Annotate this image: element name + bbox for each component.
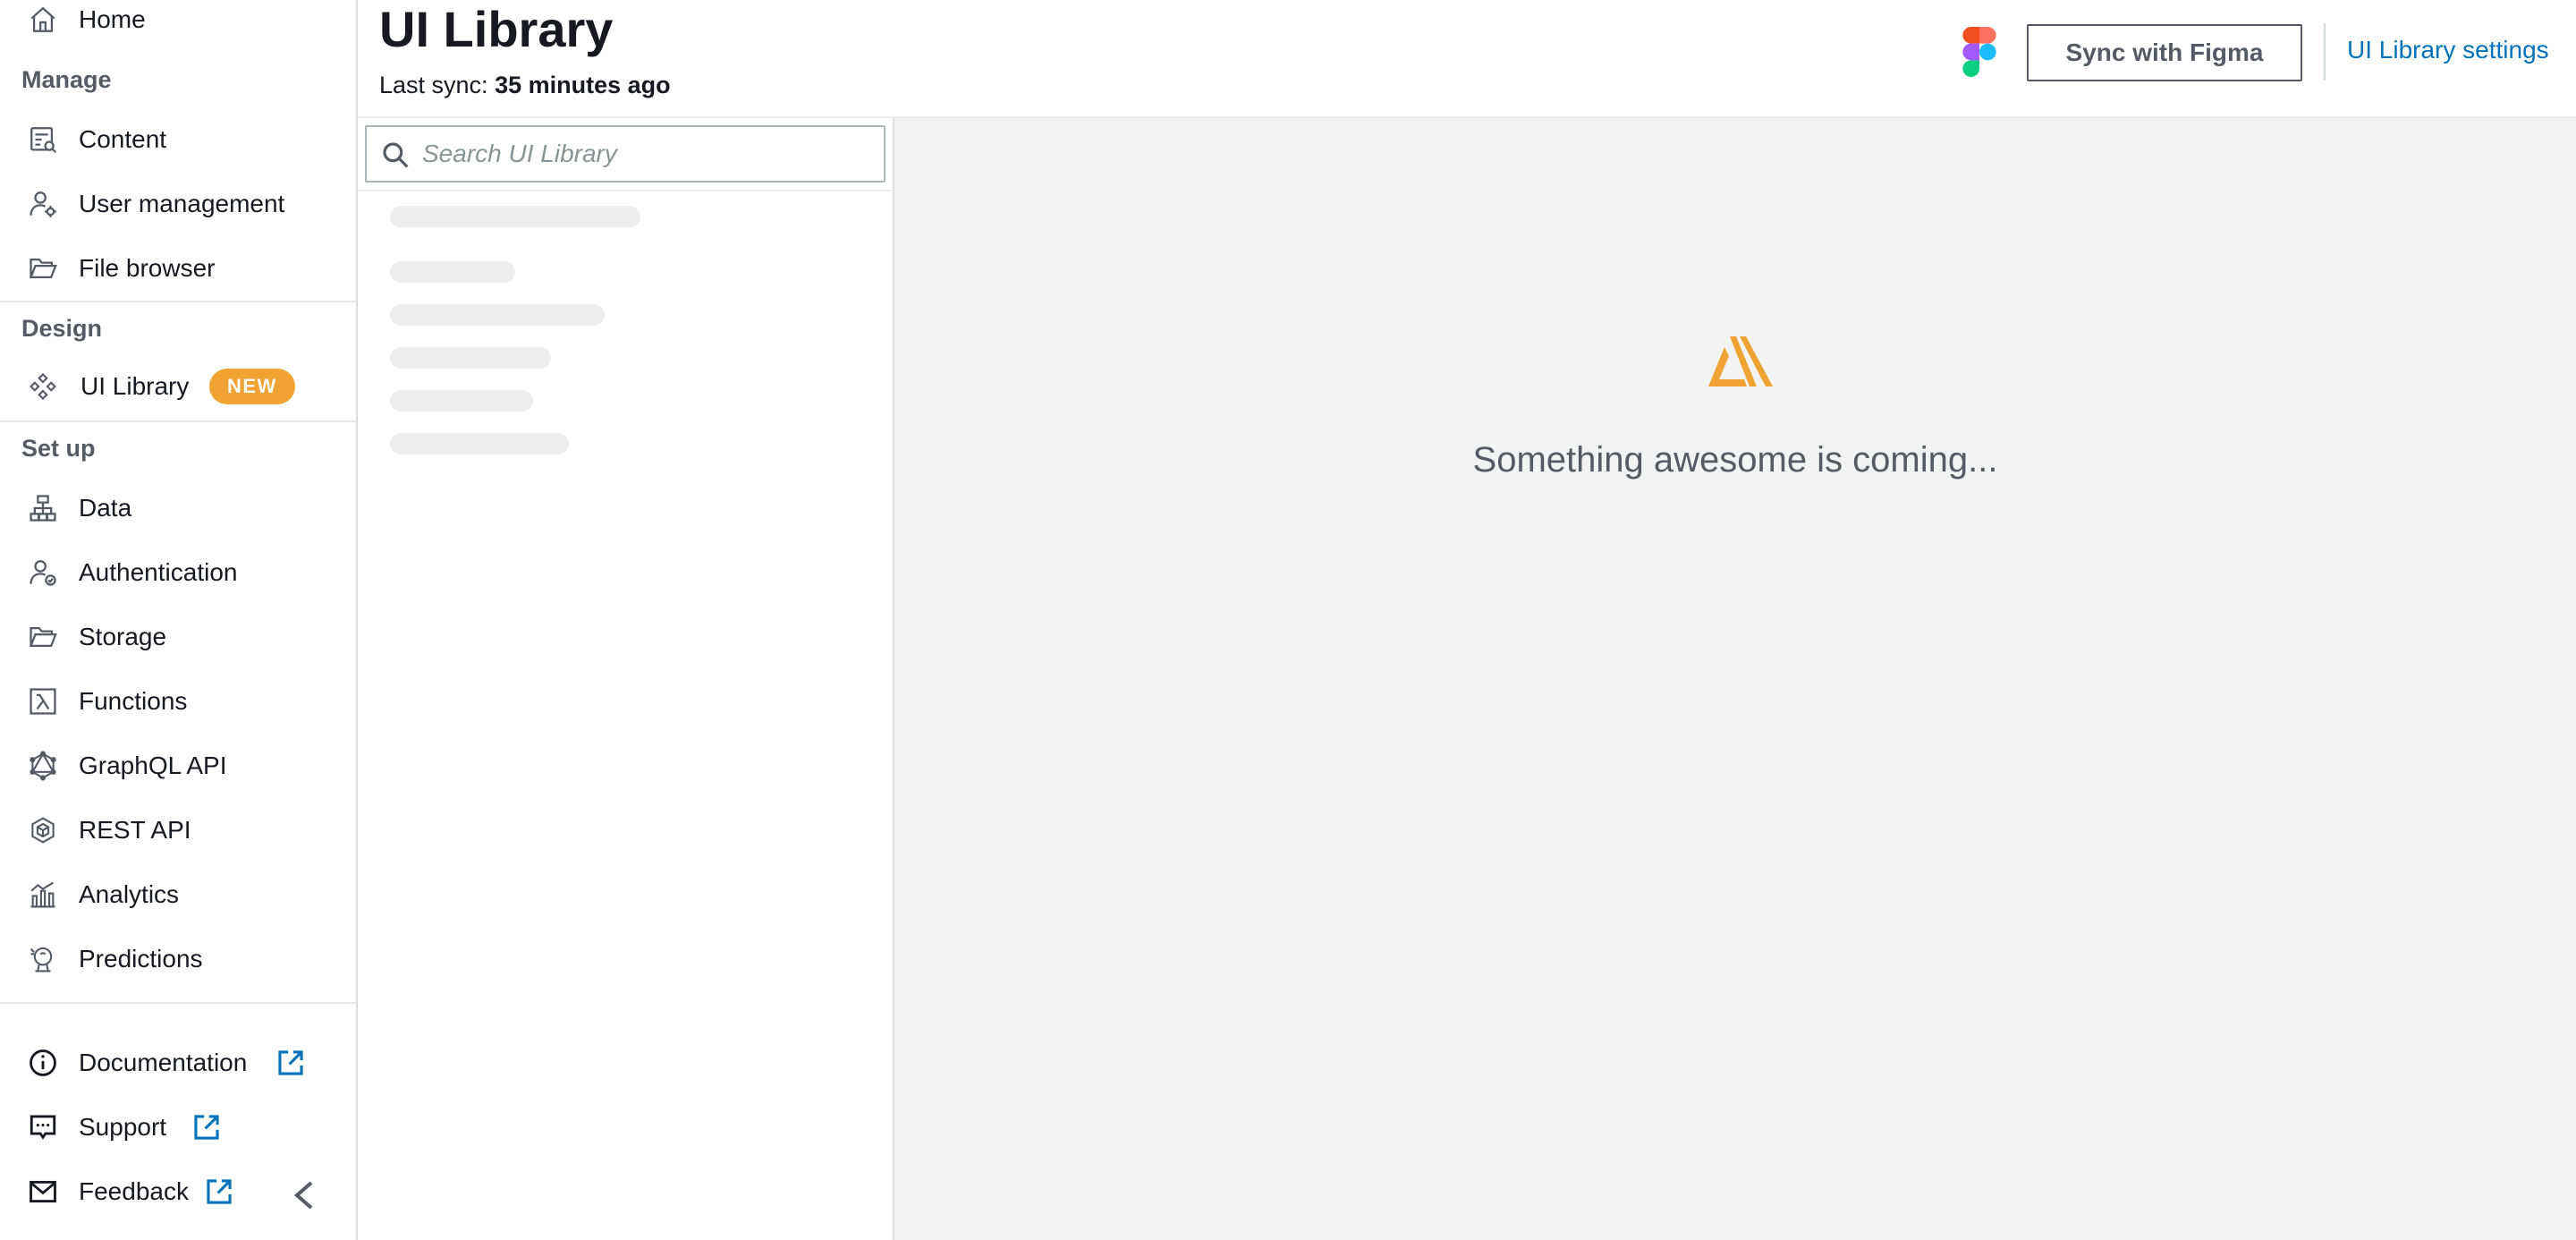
data-model-icon — [27, 492, 59, 524]
search-input[interactable] — [422, 127, 878, 181]
sidebar-item-label: Documentation — [79, 1049, 248, 1076]
loading-skeleton-line — [390, 390, 533, 412]
search-field[interactable] — [365, 125, 886, 183]
content-icon — [27, 123, 59, 156]
sidebar-item-analytics[interactable]: Analytics — [0, 868, 356, 922]
loading-skeleton-line — [390, 261, 515, 283]
sidebar-item-graphql-api[interactable]: GraphQL API — [0, 739, 356, 793]
figma-logo-icon — [1962, 27, 1996, 77]
home-icon — [27, 4, 59, 36]
sidebar-item-label: REST API — [79, 816, 191, 844]
sidebar-item-authentication[interactable]: Authentication — [0, 546, 356, 599]
sidebar-item-content[interactable]: Content — [0, 113, 356, 166]
sidebar-item-label: User management — [79, 190, 285, 217]
support-icon — [27, 1111, 59, 1143]
amplify-logo-icon — [1708, 336, 1773, 386]
user-gear-icon — [27, 188, 59, 220]
sidebar-item-label: UI Library — [80, 372, 190, 400]
sidebar-item-label: Storage — [79, 623, 167, 650]
sync-with-figma-button[interactable]: Sync with Figma — [2027, 24, 2302, 81]
sidebar-item-label: Analytics — [79, 880, 180, 908]
sidebar-item-label: File browser — [79, 254, 216, 282]
rest-api-icon — [27, 814, 59, 846]
user-check-icon — [27, 556, 59, 589]
chevron-left-icon — [293, 1181, 313, 1210]
loading-skeleton-line — [390, 206, 640, 227]
coming-soon-message: Something awesome is coming... — [1472, 440, 1998, 480]
sidebar-item-data[interactable]: Data — [0, 481, 356, 535]
sidebar-item-support[interactable]: Support — [0, 1100, 356, 1154]
component-list-panel — [358, 118, 894, 1240]
predictions-icon — [27, 943, 59, 975]
analytics-icon — [27, 879, 59, 911]
sidebar-item-file-browser[interactable]: File browser — [0, 242, 356, 295]
graphql-icon — [27, 750, 59, 782]
external-link-icon — [278, 1050, 303, 1075]
collapse-sidebar-button[interactable] — [288, 1176, 320, 1215]
sidebar-item-storage[interactable]: Storage — [0, 610, 356, 664]
sidebar-divider — [0, 301, 356, 302]
sidebar-item-label: GraphQL API — [79, 752, 227, 779]
sidebar-item-ui-library[interactable]: UI Library NEW — [0, 360, 356, 413]
sidebar-item-label: Feedback — [79, 1177, 189, 1205]
page-title: UI Library — [379, 1, 614, 57]
mail-icon — [27, 1176, 59, 1208]
folder-icon — [27, 252, 59, 285]
sidebar-item-documentation[interactable]: Documentation — [0, 1036, 356, 1090]
sidebar-item-rest-api[interactable]: REST API — [0, 803, 356, 857]
list-divider — [358, 190, 893, 191]
sidebar-item-label: Home — [79, 5, 146, 33]
components-icon — [27, 370, 59, 403]
loading-skeleton-line — [390, 347, 551, 369]
section-heading-manage: Manage — [21, 66, 112, 93]
section-heading-setup: Set up — [21, 435, 96, 462]
external-link-icon — [194, 1115, 219, 1140]
loading-skeleton-line — [390, 304, 605, 326]
sidebar-divider — [0, 1002, 356, 1004]
sidebar-item-label: Functions — [79, 687, 188, 715]
sidebar-item-label: Content — [79, 125, 167, 153]
sidebar-nav: Home Manage Content User management File… — [0, 0, 358, 1240]
sidebar-item-label: Support — [79, 1113, 167, 1141]
search-icon — [383, 142, 409, 168]
sidebar-item-functions[interactable]: Functions — [0, 675, 356, 728]
external-link-icon — [207, 1179, 232, 1204]
loading-skeleton-line — [390, 433, 569, 454]
sidebar-divider — [0, 420, 356, 422]
folder-icon — [27, 621, 59, 653]
sidebar-item-home[interactable]: Home — [0, 0, 356, 47]
last-sync-value: 35 minutes ago — [495, 72, 671, 98]
sidebar-item-label: Data — [79, 494, 132, 522]
sidebar-item-predictions[interactable]: Predictions — [0, 932, 356, 986]
main-canvas: Something awesome is coming... — [894, 118, 2576, 1240]
sidebar-item-user-management[interactable]: User management — [0, 177, 356, 231]
last-sync-status: Last sync: 35 minutes ago — [379, 72, 671, 99]
header-separator — [2324, 23, 2326, 81]
sidebar-item-label: Authentication — [79, 558, 238, 586]
info-icon — [27, 1047, 59, 1079]
sidebar-item-label: Predictions — [79, 945, 203, 972]
last-sync-label: Last sync: — [379, 72, 488, 98]
lambda-icon — [27, 685, 59, 718]
section-heading-design: Design — [21, 315, 103, 342]
ui-library-settings-link[interactable]: UI Library settings — [2347, 36, 2549, 64]
new-badge: NEW — [209, 369, 295, 404]
